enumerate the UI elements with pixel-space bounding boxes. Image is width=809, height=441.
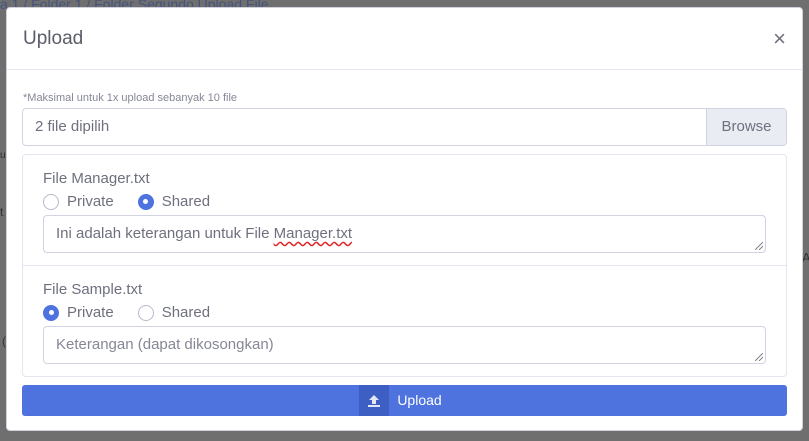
radio-private[interactable]: Private bbox=[43, 304, 114, 321]
radio-button-selected[interactable] bbox=[43, 304, 59, 321]
modal-body: *Maksimal untuk 1x upload sebanyak 10 fi… bbox=[7, 70, 802, 416]
radio-label: Shared bbox=[161, 304, 211, 321]
upload-button-label: Upload bbox=[397, 392, 442, 408]
description-placeholder: Keterangan (dapat dikosongkan) bbox=[56, 336, 274, 353]
file-picker[interactable]: 2 file dipilih Browse bbox=[22, 108, 787, 146]
visibility-radio-group: Private Shared bbox=[43, 304, 766, 321]
visibility-radio-group: Private Shared bbox=[43, 193, 766, 210]
background-fragment: A bbox=[802, 250, 809, 265]
radio-label: Shared bbox=[161, 193, 211, 210]
description-textarea[interactable]: Ini adalah keterangan untuk File Manager… bbox=[43, 215, 766, 253]
radio-shared[interactable]: Shared bbox=[137, 193, 211, 210]
file-item: File Sample.txt Private Shared Keteranga… bbox=[23, 265, 786, 376]
radio-button-selected[interactable] bbox=[137, 193, 154, 210]
background-fragment: t bbox=[0, 205, 4, 219]
modal-title: Upload bbox=[23, 27, 84, 49]
selected-files-list: File Manager.txt Private Shared Ini adal… bbox=[22, 154, 787, 377]
radio-shared[interactable]: Shared bbox=[137, 304, 211, 321]
file-picker-value[interactable]: 2 file dipilih bbox=[23, 109, 706, 145]
resize-handle-icon[interactable] bbox=[755, 242, 763, 250]
radio-private[interactable]: Private bbox=[43, 193, 114, 210]
radio-button[interactable] bbox=[137, 304, 154, 321]
upload-modal: Upload × *Maksimal untuk 1x upload seban… bbox=[6, 7, 803, 431]
file-name: File Sample.txt bbox=[43, 281, 143, 298]
resize-handle-icon[interactable] bbox=[755, 353, 763, 361]
upload-button[interactable]: Upload bbox=[22, 385, 787, 416]
file-name: File Manager.txt bbox=[43, 170, 150, 187]
spellcheck-flagged-word: Manager.txt bbox=[273, 225, 353, 242]
browse-button[interactable]: Browse bbox=[706, 109, 786, 145]
upload-icon bbox=[359, 385, 390, 416]
radio-button[interactable] bbox=[43, 193, 59, 210]
radio-label: Private bbox=[67, 193, 114, 210]
modal-header: Upload × bbox=[7, 8, 802, 70]
description-text: Ini adalah keterangan untuk File bbox=[56, 225, 274, 242]
upload-limit-hint: *Maksimal untuk 1x upload sebanyak 10 fi… bbox=[23, 92, 238, 104]
background-fragment: u bbox=[0, 150, 6, 161]
file-item: File Manager.txt Private Shared Ini adal… bbox=[23, 155, 786, 265]
description-textarea[interactable]: Keterangan (dapat dikosongkan) bbox=[43, 326, 766, 364]
radio-label: Private bbox=[67, 304, 114, 321]
close-icon[interactable]: × bbox=[773, 27, 786, 50]
